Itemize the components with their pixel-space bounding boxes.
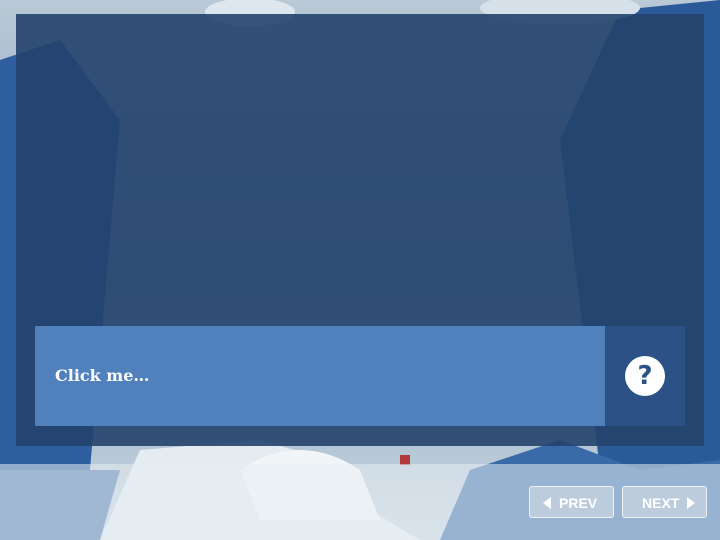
- next-button[interactable]: NEXT: [622, 486, 707, 518]
- slide-stage: Click me… ? PREV NEXT: [0, 0, 720, 540]
- triangle-left-icon: [543, 497, 551, 510]
- triangle-right-icon: [687, 497, 696, 510]
- prev-button[interactable]: PREV: [529, 486, 614, 518]
- next-label: NEXT: [642, 495, 680, 511]
- click-me-label: Click me…: [55, 366, 150, 385]
- question-mark-icon: ?: [625, 356, 665, 396]
- help-button[interactable]: ?: [605, 326, 685, 426]
- click-me-button[interactable]: Click me…: [35, 326, 605, 426]
- prev-label: PREV: [559, 495, 598, 511]
